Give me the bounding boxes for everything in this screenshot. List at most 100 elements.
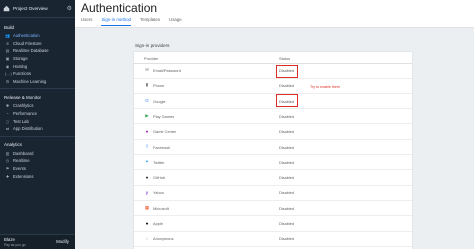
- sidebar-item-extensions[interactable]: ✚ Extensions: [0, 172, 75, 180]
- sidebar-item-realtime-database[interactable]: ▤ Realtime Database: [0, 47, 75, 55]
- yahoo-icon: y: [145, 189, 149, 195]
- game-center-icon: ●: [145, 128, 149, 134]
- sidebar-item-test-lab[interactable]: ▯ Test Lab: [0, 117, 75, 125]
- table-row[interactable]: ✉ Email/Password Disabled: [134, 63, 412, 79]
- functions-icon: (…): [5, 71, 12, 77]
- table-row[interactable]: ◌ Anonymous Disabled: [134, 231, 412, 247]
- table-row[interactable]: ● GitHub Disabled: [134, 170, 412, 186]
- analytics-list: ▥ Dashboard ◷ Realtime ⚑ Events ✚ Extensions: [0, 150, 75, 180]
- provider-name: Play Games: [153, 113, 175, 119]
- sidebar-item-events[interactable]: ⚑ Events: [0, 165, 75, 173]
- anonymous-icon: ◌: [145, 235, 149, 241]
- table-row[interactable]: f Facebook Disabled: [134, 140, 412, 155]
- sidebar-item-label: Realtime Database: [13, 48, 49, 54]
- sidebar-item-app-distribution[interactable]: ⇄ App Distribution: [0, 125, 75, 133]
- table-row[interactable]: y Yahoo Disabled: [134, 185, 412, 201]
- tab-users[interactable]: Users: [81, 17, 92, 26]
- distribution-icon: ⇄: [5, 126, 10, 132]
- table-row[interactable]: G Google Disabled: [134, 94, 412, 110]
- firestore-icon: ≋: [5, 40, 10, 46]
- sidebar: Project Overview ⚙ Build 👥 Authentication…: [0, 0, 75, 249]
- divider: [0, 88, 75, 90]
- annotation-text: Try to enable them: [310, 85, 340, 89]
- table-row[interactable]: ✦ Twitter Disabled: [134, 155, 412, 171]
- sidebar-item-functions[interactable]: (…) Functions: [0, 70, 75, 78]
- gear-icon[interactable]: ⚙: [67, 5, 72, 12]
- table-row[interactable]: ● Apple Disabled: [134, 216, 412, 232]
- facebook-icon: f: [146, 144, 148, 149]
- testlab-icon: ▯: [6, 118, 9, 124]
- tab-usage[interactable]: Usage: [169, 17, 182, 26]
- provider-name: Apple: [153, 221, 163, 226]
- sidebar-item-label: Functions: [13, 71, 32, 77]
- sidebar-item-authentication[interactable]: 👥 Authentication: [0, 32, 75, 40]
- phone-icon: ▮: [145, 82, 149, 88]
- sidebar-item-realtime[interactable]: ◷ Realtime: [0, 157, 75, 165]
- provider-status: Disabled: [279, 175, 295, 181]
- realtime-icon: ◷: [5, 158, 10, 164]
- table-row[interactable]: ● Game Center Disabled: [134, 124, 412, 140]
- table-row[interactable]: ▮ Phone Disabled: [134, 78, 412, 94]
- provider-name: GitHub: [153, 175, 166, 181]
- database-icon: ▤: [5, 48, 10, 54]
- dashboard-icon: ▥: [5, 150, 10, 156]
- modify-button[interactable]: Modify: [56, 239, 69, 244]
- column-header-status: Status: [279, 56, 291, 61]
- google-icon: G: [145, 98, 149, 104]
- microsoft-icon: ▦: [144, 204, 150, 210]
- provider-name: Google: [153, 98, 166, 104]
- home-icon: [3, 5, 10, 12]
- divider: [0, 135, 75, 137]
- provider-status: Disabled: [279, 144, 295, 150]
- provider-name: Anonymous: [153, 236, 174, 242]
- build-list: 👥 Authentication ≋ Cloud Firestore ▤ Realtime…: [0, 32, 75, 85]
- sidebar-item-label: App Distribution: [13, 126, 43, 132]
- sidebar-item-label: Performance: [13, 111, 37, 117]
- storage-icon: ▣: [5, 56, 10, 62]
- hosting-icon: ◉: [5, 63, 10, 69]
- provider-name: Game Center: [153, 129, 177, 135]
- play-games-icon: ▶: [145, 112, 149, 118]
- tab-bar: Users Sign-in method Templates Usage: [81, 17, 182, 26]
- provider-status: Disabled: [279, 190, 295, 196]
- sidebar-item-cloud-firestore[interactable]: ≋ Cloud Firestore: [0, 40, 75, 48]
- highlight-box-google-status: [276, 94, 298, 107]
- provider-status: Disabled: [279, 159, 295, 165]
- table-row[interactable]: ▦ Microsoft Disabled: [134, 201, 412, 217]
- sidebar-item-label: Storage: [13, 56, 28, 62]
- page-header: Authentication Users Sign-in method Templa…: [75, 0, 474, 28]
- page-title: Authentication: [81, 1, 158, 15]
- twitter-icon: ✦: [145, 158, 149, 164]
- sidebar-item-label: Events: [13, 166, 26, 172]
- sidebar-item-label: Dashboard: [13, 150, 34, 156]
- sidebar-item-performance[interactable]: ◔ Performance: [0, 110, 75, 118]
- events-icon: ⚑: [5, 166, 10, 172]
- highlight-box-email-status: [276, 65, 298, 78]
- plan-bar: Blaze Pay as you go Modify: [0, 234, 75, 249]
- sidebar-item-label: Authentication: [13, 33, 40, 39]
- section-build[interactable]: Build: [0, 22, 75, 32]
- provider-status: Disabled: [279, 236, 295, 242]
- email-icon: ✉: [145, 67, 149, 72]
- provider-status: Disabled: [279, 83, 295, 89]
- sidebar-item-hosting[interactable]: ◉ Hosting: [0, 62, 75, 70]
- section-title: Sign-in providers: [135, 43, 170, 48]
- sidebar-item-crashlytics[interactable]: ✱ Crashlytics: [0, 102, 75, 110]
- section-analytics[interactable]: Analytics: [0, 140, 75, 150]
- sidebar-item-label: Extensions: [13, 173, 34, 179]
- provider-name: Twitter: [153, 159, 165, 165]
- provider-status: Disabled: [279, 129, 295, 135]
- provider-name: Microsoft: [153, 205, 169, 211]
- sidebar-item-dashboard[interactable]: ▥ Dashboard: [0, 150, 75, 158]
- robot-icon: ⚙: [5, 78, 10, 84]
- project-overview-bar[interactable]: Project Overview ⚙: [0, 0, 75, 18]
- section-release-monitor[interactable]: Release & Monitor: [0, 92, 75, 102]
- tab-sign-in-method[interactable]: Sign-in method: [101, 17, 132, 26]
- provider-name: Email/Password: [153, 68, 181, 73]
- sidebar-item-machine-learning[interactable]: ⚙ Machine Learning: [0, 78, 75, 86]
- tab-templates[interactable]: Templates: [140, 17, 160, 26]
- table-row[interactable]: ▶ Play Games Disabled: [134, 109, 412, 125]
- sidebar-item-label: Hosting: [13, 63, 28, 69]
- provider-name: Facebook: [153, 144, 171, 150]
- sidebar-item-storage[interactable]: ▣ Storage: [0, 55, 75, 63]
